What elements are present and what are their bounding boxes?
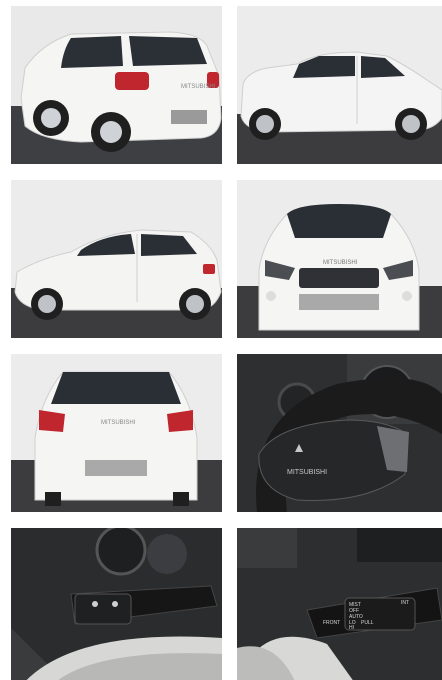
photo-light-stalk[interactable] (11, 528, 222, 680)
car-side-right-image (237, 6, 442, 164)
car-side-left-image (11, 180, 222, 338)
car-rear-three-quarter-image: MITSUBISHI (11, 6, 222, 164)
car-front-image: MITSUBISHI (237, 180, 442, 338)
photo-rear-three-quarter[interactable]: MITSUBISHI (11, 6, 222, 164)
photo-side-left[interactable] (11, 180, 222, 338)
rear-badge-text: MITSUBISHI (181, 84, 216, 90)
wiper-label-hi: HI (349, 625, 354, 631)
photo-front[interactable]: MITSUBISHI (237, 180, 442, 338)
front-badge-text: MITSUBISHI (323, 260, 358, 266)
wiper-stalk-image: MIST OFF AUTO LO PULL HI INT FRONT (237, 528, 442, 680)
car-rear-image: MITSUBISHI (11, 354, 222, 512)
rear-view-badge-text: MITSUBISHI (101, 420, 136, 426)
photo-gallery: MITSUBISHI MITSUBISHI MITSUBISHI MITSUBI… (0, 0, 442, 680)
wiper-label-front: FRONT (323, 620, 340, 626)
photo-steering-wheel[interactable]: MITSUBISHI (237, 354, 442, 512)
light-stalk-image (11, 528, 222, 680)
photo-side-right[interactable] (237, 6, 442, 164)
steering-wheel-image: MITSUBISHI (237, 354, 442, 512)
photo-rear[interactable]: MITSUBISHI (11, 354, 222, 512)
photo-wiper-stalk[interactable]: MIST OFF AUTO LO PULL HI INT FRONT (237, 528, 442, 680)
wiper-label-int: INT (401, 600, 409, 606)
wiper-label-pull: PULL (361, 620, 374, 626)
steering-badge-text: MITSUBISHI (287, 469, 327, 476)
